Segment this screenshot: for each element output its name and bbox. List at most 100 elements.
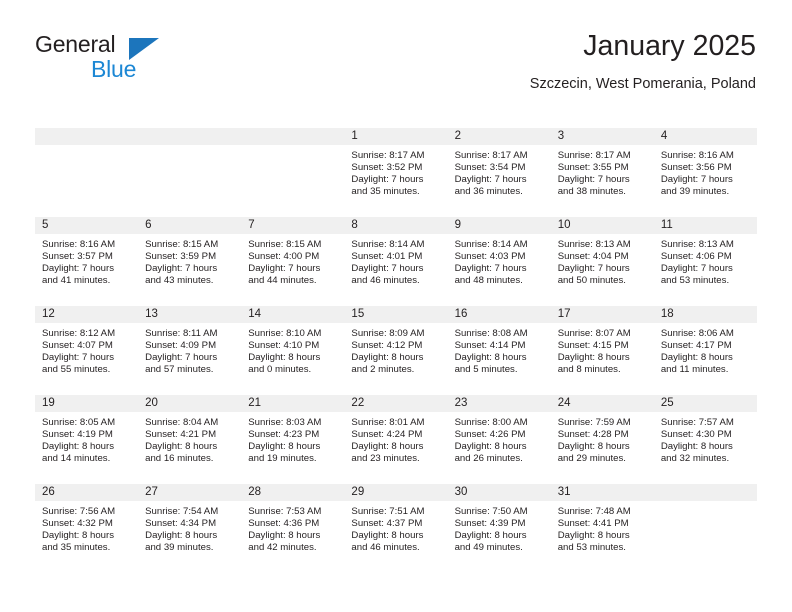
logo-text-blue: Blue (91, 56, 137, 82)
weekday-header-friday: Friday (557, 110, 590, 122)
calendar-day-cell[interactable]: 1 Sunrise: 8:17 AM Sunset: 3:52 PM Daylight… (344, 128, 448, 217)
day-detail-line: Sunset: 4:32 PM (42, 518, 113, 530)
day-number: 6 (138, 217, 242, 234)
calendar-day-cell[interactable]: 17 Sunrise: 8:07 AM Sunset: 4:15 PM Dayligh… (550, 306, 654, 395)
calendar-day-cell[interactable]: 25 Sunrise: 7:57 AM Sunset: 4:30 PM Dayligh… (653, 395, 757, 484)
day-number (138, 128, 242, 145)
day-detail-line: and 35 minutes. (42, 542, 111, 554)
day-detail-line: Sunrise: 8:10 AM (248, 328, 322, 339)
calendar-day-cell[interactable]: 5 Sunrise: 8:16 AM Sunset: 3:57 PM Daylight… (35, 217, 139, 306)
calendar-day-cell[interactable]: 28 Sunrise: 7:53 AM Sunset: 4:36 PM Dayligh… (241, 484, 345, 573)
day-details (138, 145, 241, 150)
day-detail-line: Daylight: 8 hours (454, 530, 527, 542)
calendar-day-cell[interactable]: 30 Sunrise: 7:50 AM Sunset: 4:39 PM Dayligh… (447, 484, 551, 573)
calendar-body: 1 Sunrise: 8:17 AM Sunset: 3:52 PM Daylight… (35, 128, 757, 573)
day-detail-line: Daylight: 8 hours (557, 352, 630, 364)
day-number: 8 (344, 217, 448, 234)
calendar-day-cell[interactable]: 15 Sunrise: 8:09 AM Sunset: 4:12 PM Dayligh… (344, 306, 448, 395)
calendar-day-cell[interactable]: 18 Sunrise: 8:06 AM Sunset: 4:17 PM Dayligh… (653, 306, 757, 395)
calendar-day-cell[interactable]: 7 Sunrise: 8:15 AM Sunset: 4:00 PM Daylight… (241, 217, 345, 306)
day-details: Sunrise: 8:15 AM Sunset: 4:00 PM Daylight:… (241, 234, 344, 287)
day-detail-line: Sunrise: 7:56 AM (42, 506, 116, 517)
day-detail-line: and 42 minutes. (248, 542, 317, 554)
generalblue-logo[interactable]: General Blue (35, 31, 235, 89)
calendar-day-cell[interactable]: 6 Sunrise: 8:15 AM Sunset: 3:59 PM Daylight… (138, 217, 242, 306)
calendar-day-cell[interactable]: 27 Sunrise: 7:54 AM Sunset: 4:34 PM Dayligh… (138, 484, 242, 573)
day-number: 23 (447, 395, 551, 412)
day-detail-line: Daylight: 8 hours (660, 441, 733, 453)
day-detail-line: Sunset: 4:36 PM (248, 518, 320, 530)
day-number (35, 128, 139, 145)
day-detail-line: Sunrise: 8:08 AM (454, 328, 528, 339)
day-detail-line: Daylight: 8 hours (557, 530, 630, 542)
day-details: Sunrise: 8:08 AM Sunset: 4:14 PM Daylight:… (448, 323, 551, 376)
day-detail-line: Daylight: 8 hours (351, 530, 424, 542)
calendar-week-row: 26 Sunrise: 7:56 AM Sunset: 4:32 PM Dayligh… (35, 484, 757, 573)
calendar-day-cell[interactable]: 22 Sunrise: 8:01 AM Sunset: 4:24 PM Dayligh… (344, 395, 448, 484)
day-details: Sunrise: 7:59 AM Sunset: 4:28 PM Daylight:… (551, 412, 654, 465)
day-details: Sunrise: 7:51 AM Sunset: 4:37 PM Daylight:… (344, 501, 447, 554)
day-detail-line: and 50 minutes. (557, 275, 626, 287)
day-detail-line: Sunrise: 8:14 AM (454, 239, 528, 250)
day-detail-line: Daylight: 7 hours (454, 174, 527, 186)
day-detail-line: and 39 minutes. (660, 186, 730, 198)
weekday-header-thursday: Thursday (454, 110, 503, 122)
calendar-day-cell[interactable]: 19 Sunrise: 8:05 AM Sunset: 4:19 PM Dayligh… (35, 395, 139, 484)
calendar-day-cell[interactable]: 29 Sunrise: 7:51 AM Sunset: 4:37 PM Dayligh… (344, 484, 448, 573)
day-detail-line: Sunset: 4:07 PM (42, 340, 113, 352)
day-detail-line: Daylight: 7 hours (42, 352, 114, 364)
day-detail-line: and 32 minutes. (660, 453, 730, 465)
day-number: 5 (35, 217, 139, 234)
day-number (241, 128, 345, 145)
calendar-day-cell[interactable]: 16 Sunrise: 8:08 AM Sunset: 4:14 PM Dayligh… (447, 306, 551, 395)
day-detail-line: Sunrise: 8:13 AM (557, 239, 631, 250)
calendar-day-cell[interactable]: 9 Sunrise: 8:14 AM Sunset: 4:03 PM Daylight… (447, 217, 551, 306)
day-detail-line: Sunset: 3:54 PM (454, 162, 526, 174)
calendar-day-cell[interactable]: 2 Sunrise: 8:17 AM Sunset: 3:54 PM Daylight… (447, 128, 551, 217)
day-detail-line: Sunrise: 7:59 AM (557, 417, 631, 428)
day-detail-line: Daylight: 8 hours (145, 530, 218, 542)
day-detail-line: Sunset: 4:04 PM (557, 251, 629, 263)
day-number: 26 (35, 484, 139, 501)
day-detail-line: Sunrise: 8:03 AM (248, 417, 322, 428)
calendar-week-row: 12 Sunrise: 8:12 AM Sunset: 4:07 PM Dayligh… (35, 306, 757, 395)
day-details: Sunrise: 8:01 AM Sunset: 4:24 PM Daylight:… (344, 412, 447, 465)
day-detail-line: and 35 minutes. (351, 186, 420, 198)
calendar-week-row: 1 Sunrise: 8:17 AM Sunset: 3:52 PM Daylight… (35, 128, 757, 217)
day-detail-line: Daylight: 8 hours (660, 352, 733, 364)
calendar-day-cell[interactable]: 11 Sunrise: 8:13 AM Sunset: 4:06 PM Dayligh… (653, 217, 757, 306)
day-detail-line: Sunset: 4:06 PM (660, 251, 732, 263)
day-detail-line: Sunrise: 8:17 AM (557, 150, 631, 161)
day-number: 2 (447, 128, 551, 145)
day-details: Sunrise: 8:13 AM Sunset: 4:04 PM Daylight:… (551, 234, 654, 287)
calendar-day-cell[interactable]: 12 Sunrise: 8:12 AM Sunset: 4:07 PM Dayligh… (35, 306, 139, 395)
calendar-day-cell[interactable]: 31 Sunrise: 7:48 AM Sunset: 4:41 PM Dayligh… (550, 484, 654, 573)
day-detail-line: Sunset: 4:09 PM (145, 340, 217, 352)
calendar-day-cell[interactable]: 8 Sunrise: 8:14 AM Sunset: 4:01 PM Daylight… (344, 217, 448, 306)
day-number: 4 (653, 128, 757, 145)
day-detail-line: and 19 minutes. (248, 453, 317, 465)
day-detail-line: Sunrise: 8:17 AM (351, 150, 425, 161)
day-detail-line: and 26 minutes. (454, 453, 523, 465)
calendar-day-cell[interactable]: 13 Sunrise: 8:11 AM Sunset: 4:09 PM Dayligh… (138, 306, 242, 395)
calendar-day-cell[interactable]: 14 Sunrise: 8:10 AM Sunset: 4:10 PM Dayligh… (241, 306, 345, 395)
calendar-day-cell[interactable]: 3 Sunrise: 8:17 AM Sunset: 3:55 PM Daylight… (550, 128, 654, 217)
day-detail-line: Sunset: 4:17 PM (660, 340, 732, 352)
day-details: Sunrise: 7:54 AM Sunset: 4:34 PM Daylight:… (138, 501, 241, 554)
calendar-day-cell[interactable]: 23 Sunrise: 8:00 AM Sunset: 4:26 PM Dayligh… (447, 395, 551, 484)
calendar-day-cell[interactable]: 24 Sunrise: 7:59 AM Sunset: 4:28 PM Dayligh… (550, 395, 654, 484)
calendar-day-cell[interactable]: 10 Sunrise: 8:13 AM Sunset: 4:04 PM Dayligh… (550, 217, 654, 306)
day-detail-line: Daylight: 8 hours (145, 441, 218, 453)
calendar-day-cell[interactable]: 20 Sunrise: 8:04 AM Sunset: 4:21 PM Dayligh… (138, 395, 242, 484)
day-detail-line: Daylight: 8 hours (42, 530, 114, 542)
day-detail-line: Sunrise: 8:13 AM (660, 239, 734, 250)
calendar-day-cell-empty (35, 128, 139, 217)
calendar-day-cell[interactable]: 21 Sunrise: 8:03 AM Sunset: 4:23 PM Dayligh… (241, 395, 345, 484)
day-details: Sunrise: 8:17 AM Sunset: 3:54 PM Daylight:… (448, 145, 551, 198)
day-detail-line: Sunset: 4:10 PM (248, 340, 320, 352)
calendar-day-cell[interactable]: 4 Sunrise: 8:16 AM Sunset: 3:56 PM Daylight… (653, 128, 757, 217)
day-detail-line: Daylight: 7 hours (351, 263, 424, 275)
day-detail-line: and 43 minutes. (145, 275, 214, 287)
day-number: 30 (447, 484, 551, 501)
calendar-day-cell[interactable]: 26 Sunrise: 7:56 AM Sunset: 4:32 PM Dayligh… (35, 484, 139, 573)
